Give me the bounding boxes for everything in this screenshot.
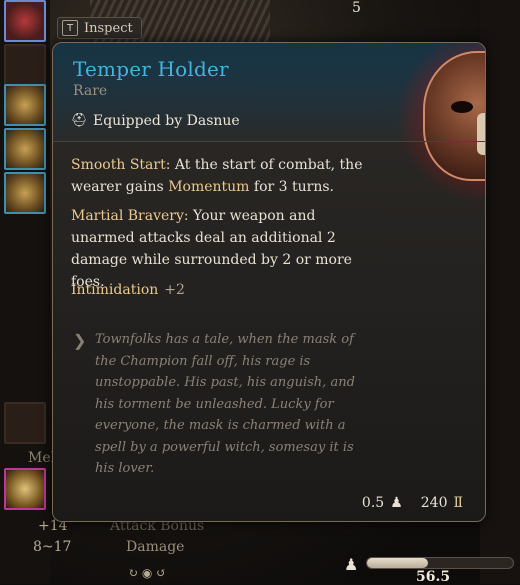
mask-nose: [477, 113, 485, 155]
weapon-swap-icons[interactable]: ↻ ◉ ↺: [128, 566, 166, 580]
damage-label: Damage: [126, 539, 185, 555]
item-footer: 0.5 ♟ 240 Ⅱ: [362, 495, 463, 511]
carry-weight-fill: [367, 558, 429, 568]
passive-label: Martial Bravery:: [71, 208, 189, 224]
item-name: Temper Holder: [73, 57, 229, 81]
helmet-icon: ⛑: [71, 113, 88, 128]
quill-icon: ❯: [73, 331, 87, 350]
weight-icon: ♟: [390, 495, 403, 511]
gold-coin-icon: Ⅱ: [453, 495, 463, 511]
inspect-key: T: [62, 20, 78, 36]
equipped-by-text: Equipped by Dasnue: [93, 113, 240, 129]
equipment-slot-cloak[interactable]: [4, 44, 46, 86]
carry-weight-bar: [366, 557, 514, 569]
equipment-slot-armour[interactable]: [4, 84, 46, 126]
equipment-slot-melee[interactable]: [4, 468, 46, 510]
carry-weight-icon: ♟: [344, 555, 359, 574]
skill-bonus: Intimidation +2: [71, 282, 185, 298]
carry-weight-value: 56.5: [416, 569, 451, 585]
lore-section: ❯ Townfolks has a tale, when the mask of…: [53, 313, 485, 521]
equipment-slot-helmet[interactable]: [4, 0, 46, 42]
stack-count: 5: [352, 0, 361, 16]
equipment-slot-ranged[interactable]: [4, 402, 46, 444]
passive-smooth-start: Smooth Start: At the start of combat, th…: [71, 154, 371, 198]
passive-label: Smooth Start:: [71, 157, 171, 173]
skill-name: Intimidation: [71, 282, 159, 298]
passive-martial-bravery: Martial Bravery: Your weapon and unarmed…: [71, 205, 371, 293]
skill-value: +2: [164, 282, 185, 298]
inspect-hint[interactable]: T Inspect: [57, 17, 142, 39]
header-divider: [53, 141, 485, 142]
mask-left-eye: [451, 101, 473, 113]
item-value: 240: [420, 495, 448, 511]
equipment-column: [0, 0, 50, 584]
passive-keyword[interactable]: Momentum: [168, 179, 249, 195]
equipment-slot-boots[interactable]: [4, 172, 46, 214]
item-tooltip: Temper Holder Rare ⛑ Equipped by Dasnue …: [52, 42, 486, 522]
inventory-column-right: [480, 0, 520, 584]
equipment-slot-gloves[interactable]: [4, 128, 46, 170]
passive-text-end: for 3 turns.: [249, 179, 334, 195]
equipped-by: ⛑ Equipped by Dasnue: [71, 113, 240, 129]
item-weight: 0.5: [361, 495, 385, 511]
inspect-label: Inspect: [84, 20, 133, 36]
lore-text: Townfolks has a tale, when the mask of t…: [95, 332, 355, 476]
item-rarity: Rare: [73, 83, 108, 99]
damage-range: 8~17: [33, 539, 72, 555]
